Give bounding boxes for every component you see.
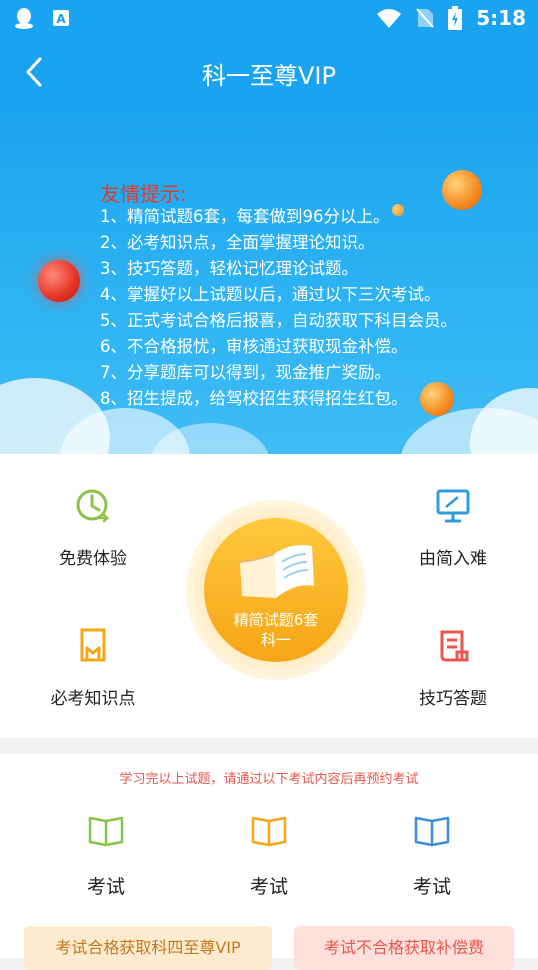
tip-item: 4、掌握好以上试题以后，通过以下三次考试。 bbox=[100, 285, 441, 304]
svg-text:A: A bbox=[56, 12, 66, 26]
monitor-icon bbox=[436, 489, 470, 523]
battery-icon bbox=[448, 6, 463, 30]
exam-section: 学习完以上试题，请通过以下考试内容后再预约考试 考试 考试 考试 考试合格获取科… bbox=[0, 754, 538, 970]
book-icon bbox=[251, 816, 287, 847]
a-icon: A bbox=[53, 10, 69, 26]
book-icon bbox=[414, 816, 450, 847]
tips-list: 1、精简试题6套，每套做到96分以上。 2、必考知识点，全面掌握理论知识。 3、… bbox=[100, 204, 457, 412]
bookmark-book-icon bbox=[80, 628, 106, 662]
status-bar: A 5:18 bbox=[0, 0, 538, 36]
exam-label: 考试 bbox=[86, 876, 125, 898]
feature-card: 免费体验 由简入难 必考知识点 技巧答题 精简试题6套 科一 bbox=[0, 454, 538, 738]
practice-sets-text: 精简试题6套 科一 bbox=[204, 610, 348, 650]
easy-to-hard-button[interactable]: 由简入难 bbox=[383, 486, 523, 569]
practice-sets-button[interactable]: 精简试题6套 科一 bbox=[186, 500, 366, 680]
free-trial-label: 免费体验 bbox=[59, 549, 127, 569]
book-icon bbox=[88, 816, 124, 847]
scroll-icon bbox=[440, 630, 469, 662]
tips-answer-button[interactable]: 技巧答题 bbox=[383, 626, 523, 709]
cloud-decoration bbox=[470, 388, 538, 454]
tip-item: 1、精简试题6套，每套做到96分以上。 bbox=[100, 207, 390, 226]
wifi-icon bbox=[377, 9, 402, 28]
qq-icon bbox=[15, 8, 33, 29]
tip-item: 3、技巧答题，轻松记忆理论试题。 bbox=[100, 259, 358, 278]
must-know-button[interactable]: 必考知识点 bbox=[23, 626, 163, 709]
open-book-icon bbox=[239, 545, 314, 598]
red-ball-decoration bbox=[38, 260, 80, 302]
practice-sets-title: 精简试题6套 bbox=[233, 611, 319, 629]
must-know-label: 必考知识点 bbox=[50, 689, 136, 709]
exam-button-3[interactable]: 考试 bbox=[382, 812, 482, 899]
tip-item: 2、必考知识点，全面掌握理论知识。 bbox=[100, 233, 375, 252]
tips-banner: 友情提示: 1、精简试题6套，每套做到96分以上。 2、必考知识点，全面掌握理论… bbox=[0, 108, 538, 454]
exam-button-2[interactable]: 考试 bbox=[219, 812, 319, 899]
practice-sets-subject: 科一 bbox=[260, 631, 291, 649]
page-title: 科一至尊VIP bbox=[202, 62, 336, 90]
no-sim-icon bbox=[416, 8, 434, 28]
practice-sets-circle: 精简试题6套 科一 bbox=[204, 518, 348, 662]
exam-notice: 学习完以上试题，请通过以下考试内容后再预约考试 bbox=[119, 772, 419, 787]
exam-label: 考试 bbox=[249, 876, 288, 898]
free-trial-button[interactable]: 免费体验 bbox=[23, 486, 163, 569]
pass-reward-button[interactable]: 考试合格获取科四至尊VIP bbox=[24, 926, 272, 970]
clock: 5:18 bbox=[476, 6, 526, 30]
exam-button-1[interactable]: 考试 bbox=[56, 812, 156, 899]
fail-compensation-button[interactable]: 考试不合格获取补偿费 bbox=[294, 926, 514, 970]
header: 科一至尊VIP bbox=[0, 36, 538, 108]
tip-item: 5、正式考试合格后报喜，自动获取下科目会员。 bbox=[100, 311, 457, 330]
exam-label: 考试 bbox=[412, 876, 451, 898]
tip-item: 7、分享题库可以得到，现金推广奖励。 bbox=[100, 363, 391, 382]
tip-item: 8、招生提成，给驾校招生获得招生红包。 bbox=[100, 389, 408, 408]
clock-icon bbox=[76, 489, 111, 523]
tips-answer-label: 技巧答题 bbox=[419, 689, 487, 709]
tip-item: 6、不合格报忧，审核通过获取现金补偿。 bbox=[100, 337, 408, 356]
easy-to-hard-label: 由简入难 bbox=[419, 549, 487, 569]
tips-title: 友情提示: bbox=[100, 182, 187, 206]
